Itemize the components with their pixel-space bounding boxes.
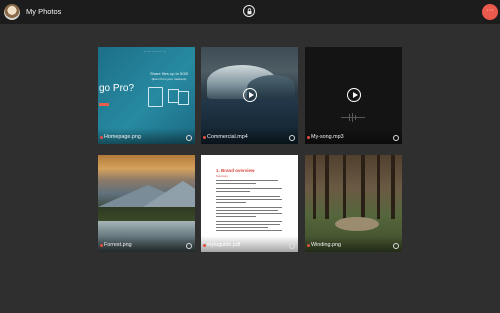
info-icon[interactable] — [393, 243, 399, 249]
document-text-line — [216, 202, 246, 204]
page-title: My Photos — [26, 7, 62, 16]
document-text-line — [216, 188, 282, 190]
play-icon[interactable] — [347, 88, 361, 102]
preview-treeline — [98, 207, 195, 221]
file-tile-forrest[interactable]: Forrest.png — [98, 155, 195, 252]
document-text-line — [216, 227, 268, 229]
document-text-line — [216, 213, 282, 215]
preview-tree-trunk — [343, 155, 346, 219]
document-text-line — [216, 207, 282, 209]
lock-icon[interactable] — [243, 5, 255, 17]
preview-tree-trunk — [391, 155, 395, 219]
document-text-line — [216, 224, 280, 226]
top-bar: My Photos ··· — [0, 0, 500, 24]
play-icon[interactable] — [243, 88, 257, 102]
file-name: styleguide.pdf — [207, 242, 241, 248]
preview-bag-icon — [148, 87, 163, 107]
info-icon[interactable] — [186, 135, 192, 141]
document-text-line — [216, 191, 250, 193]
document-text-line — [216, 221, 282, 223]
audio-waveform-bar — [355, 115, 356, 120]
preview-share-subtext: (Even from your mattress) — [151, 77, 187, 81]
document-heading: 1. Brand overview — [216, 168, 255, 173]
document-text-line — [216, 199, 282, 201]
file-tile-homepage[interactable]: — — — — — — Share files up to 5GB (Even … — [98, 47, 195, 144]
preview-tree-trunk — [361, 155, 365, 219]
file-name: Homepage.png — [104, 134, 141, 140]
more-menu-button[interactable]: ··· — [482, 4, 498, 20]
preview-tree-trunk — [313, 155, 316, 219]
preview-path — [335, 217, 379, 231]
info-icon[interactable] — [289, 135, 295, 141]
preview-file-icon — [178, 91, 189, 105]
file-tile-winding[interactable]: Winding.png — [305, 155, 402, 252]
document-subheading: Summary — [216, 174, 228, 178]
info-icon[interactable] — [393, 135, 399, 141]
document-text-line — [216, 210, 278, 212]
document-text-line — [216, 180, 278, 182]
audio-waveform-bar — [349, 114, 350, 121]
file-tile-my-song[interactable]: My-song.mp3 — [305, 47, 402, 144]
status-dot — [203, 244, 206, 247]
file-name: Commercial.mp4 — [207, 134, 248, 140]
preview-share-text: Share files up to 5GB — [149, 71, 189, 76]
file-tile-commercial[interactable]: Commercial.mp4 — [201, 47, 298, 144]
status-dot — [100, 136, 103, 139]
preview-headline: go Pro? — [99, 83, 135, 94]
status-dot — [203, 136, 206, 139]
document-text-line — [216, 196, 280, 198]
file-name: My-song.mp3 — [311, 134, 344, 140]
status-dot — [307, 244, 310, 247]
status-dot — [307, 136, 310, 139]
document-text-line — [216, 216, 256, 218]
info-icon[interactable] — [186, 243, 192, 249]
preview-nav: — — — — — — — [144, 50, 166, 53]
file-name: Winding.png — [311, 242, 341, 248]
preview-tree-trunk — [325, 155, 329, 219]
audio-waveform-icon — [341, 117, 365, 118]
status-dot — [100, 244, 103, 247]
info-icon[interactable] — [289, 243, 295, 249]
preview-mountain — [143, 181, 195, 207]
file-tile-styleguide[interactable]: 1. Brand overview Summary styleguide.pdf — [201, 155, 298, 252]
preview-button — [99, 103, 109, 106]
preview-tree-trunk — [377, 155, 380, 219]
document-text-line — [216, 230, 282, 232]
user-avatar[interactable] — [4, 4, 20, 20]
file-name: Forrest.png — [104, 242, 132, 248]
document-text-line — [216, 183, 256, 185]
audio-waveform-bar — [352, 113, 353, 122]
